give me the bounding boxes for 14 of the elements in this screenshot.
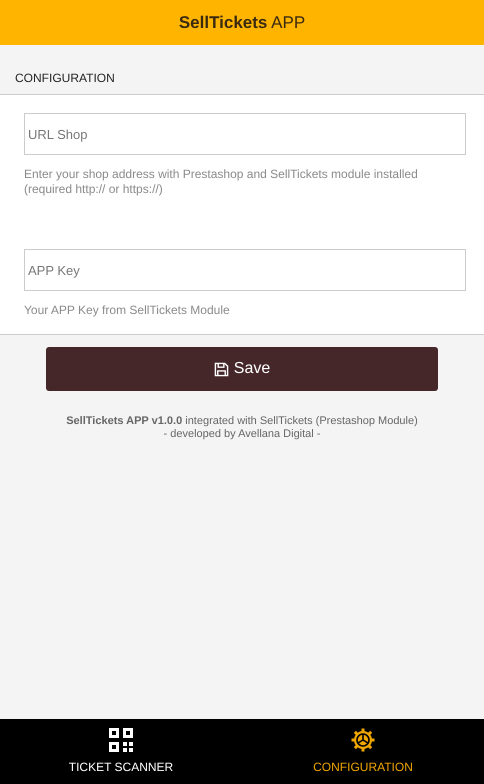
tab[interactable]: CONFIGURATION [242, 719, 484, 784]
qr-code-icon [109, 728, 133, 752]
credit-text: - developed by Avellana Digital - [162, 428, 322, 442]
app-title: SellTickets APP [178, 12, 306, 34]
input-field[interactable]: URL Shop [24, 113, 466, 155]
save-button[interactable]: Save [46, 347, 438, 391]
tab[interactable]: TICKET SCANNER [0, 719, 242, 784]
save-icon [214, 362, 229, 376]
input-field[interactable]: APP Key [24, 249, 466, 291]
help-text: Enter your shop address with Prestashop and SellTickets module installed (required http:// or https://) [24, 167, 419, 197]
gear-icon [351, 728, 375, 752]
help-text: Your APP Key from SellTickets Module [24, 303, 231, 318]
section-title: CONFIGURATION [15, 71, 115, 85]
credit-text: SellTickets APP v1.0.0 integrated with SellTickets (Prestashop Module) [65, 415, 419, 428]
